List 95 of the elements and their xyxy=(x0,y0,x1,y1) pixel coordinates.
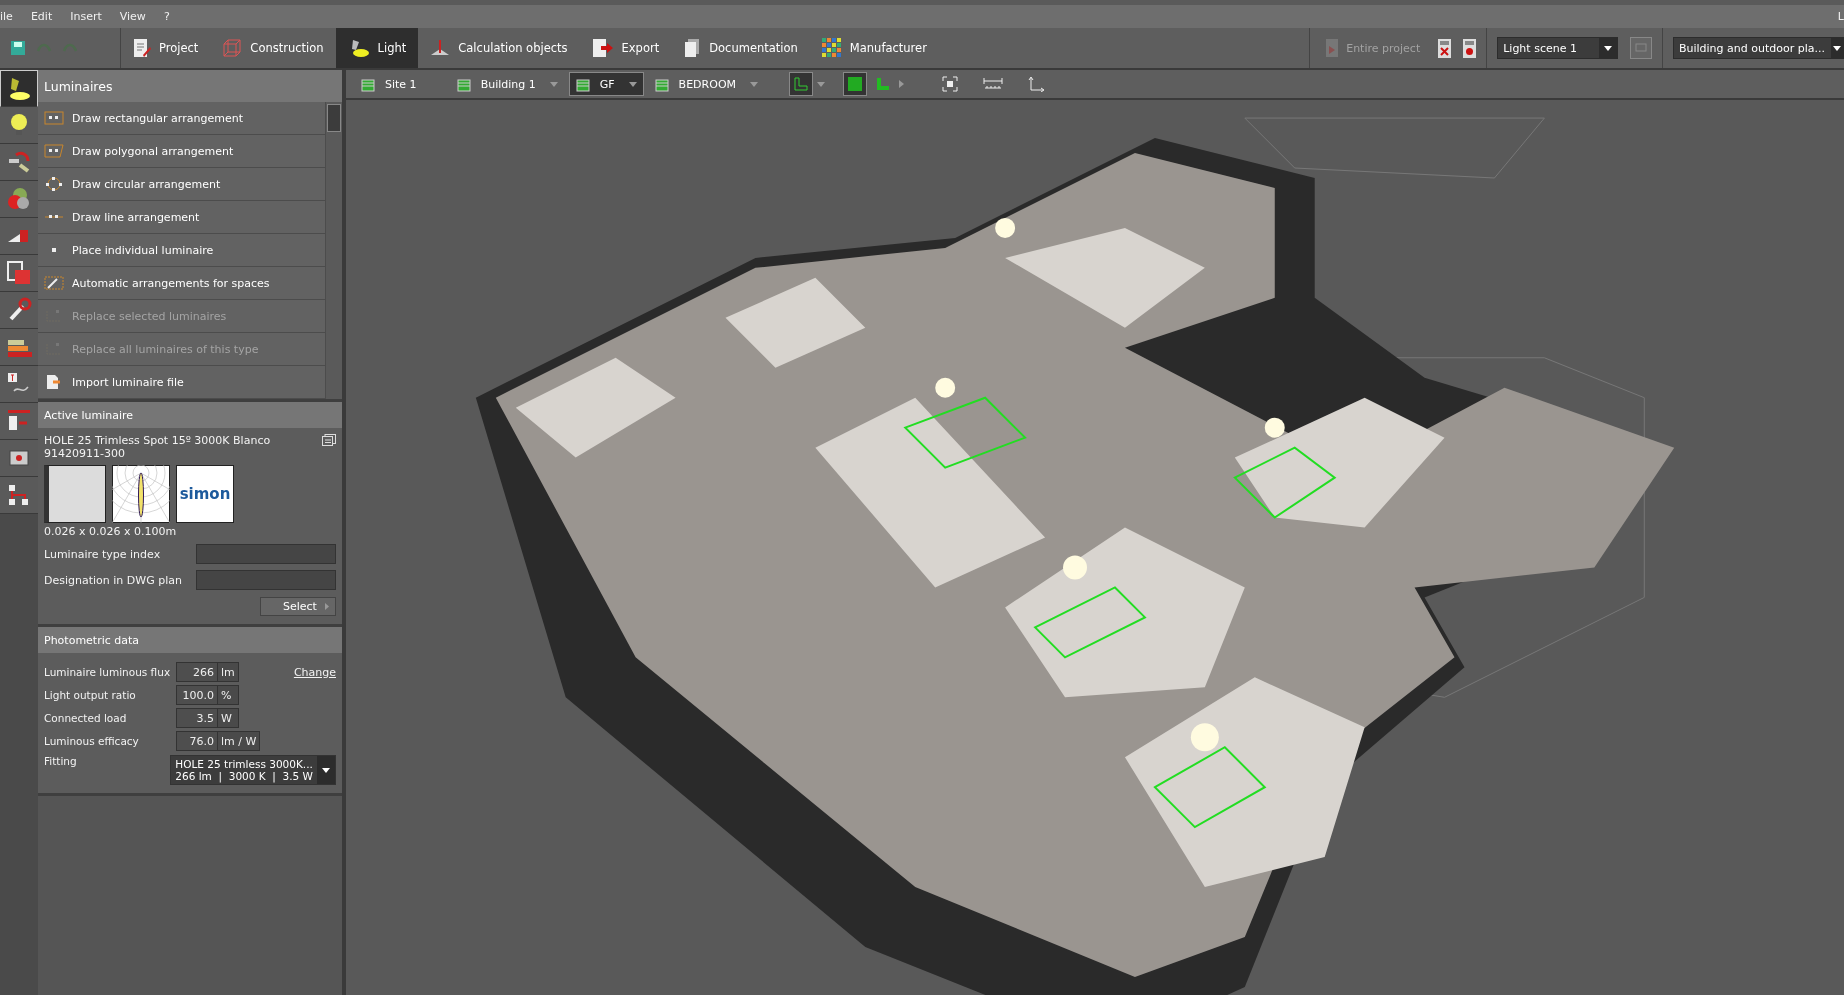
caret-icon xyxy=(628,81,637,87)
calculator-play-icon xyxy=(1326,39,1339,57)
building-model-drawing[interactable] xyxy=(475,138,1675,995)
action-item[interactable]: Draw circular arrangement xyxy=(38,168,325,201)
ruler-icon xyxy=(983,77,1004,91)
menu-item[interactable]: ile xyxy=(0,10,13,23)
cube-icon xyxy=(847,76,864,92)
property-label: Connected load xyxy=(44,712,128,724)
scrollbar[interactable] xyxy=(325,102,342,399)
save-icon[interactable] xyxy=(10,40,26,56)
menu-item[interactable]: Insert xyxy=(70,10,102,23)
sidebar-tool-button[interactable] xyxy=(0,403,38,440)
property-label: Fitting xyxy=(44,755,78,767)
documents-icon xyxy=(683,38,702,58)
overlapping-squares-icon xyxy=(6,260,32,286)
tab[interactable]: Calculation objects xyxy=(418,28,580,68)
polygon-dots-icon xyxy=(44,144,64,158)
location-dropdown[interactable]: GF xyxy=(568,72,644,96)
menu-item[interactable]: L xyxy=(1837,10,1844,23)
property-label: Luminaire luminous flux xyxy=(44,666,172,678)
zoom-extents-icon xyxy=(942,76,959,92)
tab[interactable]: Project xyxy=(121,28,211,68)
caret-icon xyxy=(322,767,330,773)
view-dropdown[interactable]: Building and outdoor pla... xyxy=(1672,37,1844,59)
wireframe-cube-icon xyxy=(222,38,243,58)
color-grid-icon xyxy=(821,38,842,58)
axis-arrows-icon xyxy=(1027,76,1046,92)
ramp-icon xyxy=(8,229,30,243)
tab[interactable]: Manufacturer xyxy=(809,28,939,68)
select-button[interactable]: Select xyxy=(260,597,336,616)
panel-title: Luminaires xyxy=(38,70,342,102)
calculator-cancel-icon[interactable] xyxy=(1438,38,1452,58)
l-shape-icon xyxy=(793,76,810,92)
sidebar-tool-button[interactable] xyxy=(0,440,38,477)
action-item[interactable]: Draw line arrangement xyxy=(38,201,325,234)
field-label: Designation in DWG plan xyxy=(44,573,182,587)
input-field[interactable] xyxy=(196,544,336,564)
datasheet-icon[interactable] xyxy=(322,434,336,446)
circle-dots-icon xyxy=(44,177,64,191)
caret-icon xyxy=(325,603,329,610)
action-item[interactable]: Draw polygonal arrangement xyxy=(38,135,325,168)
action-item[interactable]: Place individual luminaire xyxy=(38,234,325,267)
pliers-icon xyxy=(6,149,32,175)
fitting-dropdown[interactable]: HOLE 25 trimless 3000K... 266 lm | 3000 K | 3.5 W xyxy=(170,755,336,785)
menu-item[interactable]: Edit xyxy=(30,10,53,23)
location-dropdown[interactable]: Site 1 xyxy=(354,72,446,96)
sidebar-tool-button[interactable] xyxy=(0,329,38,366)
dimensions-text: 0.026 x 0.026 x 0.100m xyxy=(44,525,178,538)
menu-item[interactable]: ? xyxy=(163,10,170,23)
caret-icon xyxy=(750,81,759,87)
action-item[interactable]: Automatic arrangements for spaces xyxy=(38,267,325,300)
l-shape-icon xyxy=(875,76,892,92)
change-link[interactable]: Change xyxy=(293,665,336,679)
sidebar-tool-button[interactable] xyxy=(0,255,38,292)
tab[interactable]: Export xyxy=(579,28,672,68)
calculator-gear-icon[interactable] xyxy=(1463,38,1477,58)
caret-icon xyxy=(1833,45,1841,51)
caret-icon xyxy=(1603,45,1612,51)
sidebar-tool-button[interactable] xyxy=(0,292,38,329)
document-pen-icon xyxy=(133,38,151,58)
tab[interactable]: Construction xyxy=(210,28,336,68)
sidebar-tool-button[interactable] xyxy=(0,218,38,255)
action-item[interactable]: Import luminaire file xyxy=(38,366,325,399)
property-label: Light output ratio xyxy=(44,689,137,701)
product-photo-placeholder xyxy=(44,465,106,523)
color-circles-icon xyxy=(6,186,32,212)
field-label: Luminaire type index xyxy=(44,547,161,561)
rectangle-dots-icon xyxy=(44,111,64,125)
article-number: 91420911-300 xyxy=(44,447,126,460)
floor-plan-view-button[interactable] xyxy=(789,72,814,96)
property-label: Luminous efficacy xyxy=(44,735,140,747)
scroll-thumb[interactable] xyxy=(327,104,341,132)
location-dropdown[interactable]: Building 1 xyxy=(449,72,565,96)
sidebar-tool-button[interactable] xyxy=(0,144,38,181)
light-distribution-diagram xyxy=(112,465,170,523)
section-title: Active luminaire xyxy=(38,399,342,428)
tab[interactable]: Light xyxy=(335,28,419,68)
plane-marker-icon xyxy=(430,38,451,58)
action-item[interactable]: Draw rectangular arrangement xyxy=(38,102,325,135)
menu-item[interactable]: View xyxy=(119,10,146,23)
document-arrow-icon xyxy=(591,38,614,58)
caret-icon xyxy=(817,81,826,87)
light-scene-dropdown[interactable]: Light scene 1 xyxy=(1497,37,1618,59)
sidebar-tool-button[interactable] xyxy=(0,477,38,514)
location-dropdown[interactable]: BEDROOM xyxy=(647,72,766,96)
brand-logo: simon xyxy=(176,465,234,523)
input-field[interactable] xyxy=(196,570,336,590)
magic-wand-icon xyxy=(44,276,64,290)
luminaire-name: HOLE 25 Trimless Spot 15º 3000K Blanco xyxy=(44,434,271,447)
sidebar-tool-button[interactable] xyxy=(0,366,38,403)
caret-icon xyxy=(549,81,558,87)
sidebar-tool-button[interactable] xyxy=(0,107,38,144)
3d-view-button[interactable] xyxy=(843,72,868,96)
section-title: Photometric data xyxy=(38,624,342,653)
tab[interactable]: Documentation xyxy=(671,28,810,68)
